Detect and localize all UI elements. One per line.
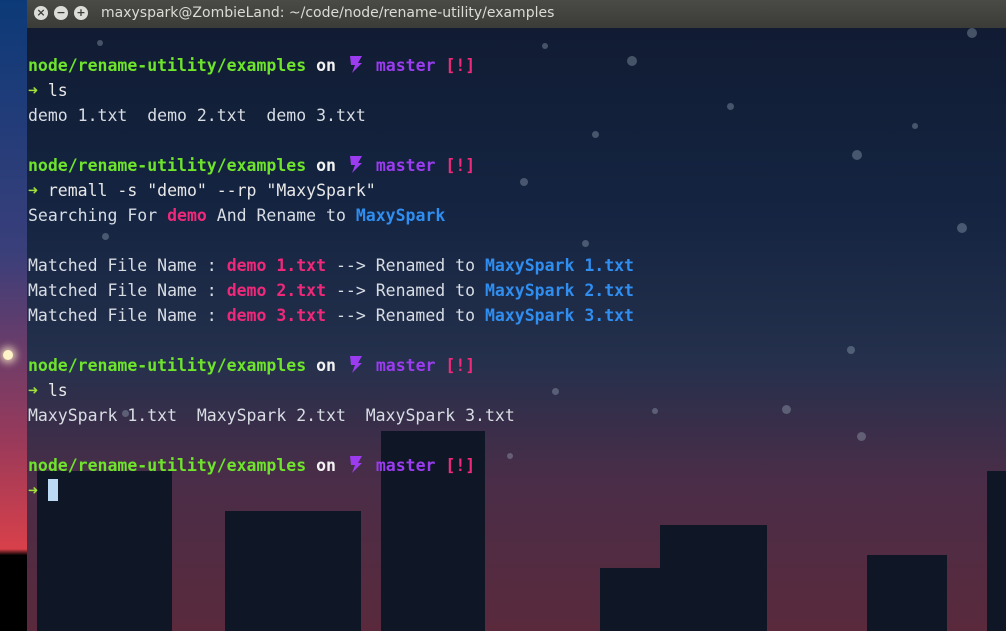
match-label: Matched File Name : (28, 256, 227, 275)
prompt-arrow-icon: ➜ (28, 181, 38, 200)
match-line: Matched File Name : demo 1.txt --> Renam… (28, 253, 634, 278)
match-line: Matched File Name : demo 2.txt --> Renam… (28, 278, 634, 303)
search-term: demo (167, 206, 207, 225)
desktop-background (0, 0, 27, 631)
command-text: ls (47, 81, 68, 100)
prompt-line: node/rename-utility/examples on master [… (28, 53, 634, 78)
git-branch-icon (346, 154, 366, 174)
prompt-on: on (316, 156, 336, 175)
window-titlebar[interactable]: × − + maxyspark@ZombieLand: ~/code/node/… (27, 0, 1006, 29)
output-line: Searching For demo And Rename to MaxySpa… (28, 203, 634, 228)
prompt-branch: master (375, 56, 436, 75)
building-silhouette (867, 555, 947, 631)
desktop-light (3, 350, 13, 360)
prompt-status: [!] (445, 56, 476, 75)
terminal-window[interactable]: × − + maxyspark@ZombieLand: ~/code/node/… (27, 0, 1006, 631)
prompt-arrow-icon: ➜ (28, 81, 38, 100)
prompt-dir: node/rename-utility/examples (28, 356, 307, 375)
command-line: ➜ ls (28, 378, 634, 403)
match-arrow: --> Renamed to (326, 281, 485, 300)
terminal-content[interactable]: node/rename-utility/examples on master [… (27, 28, 1006, 631)
match-line: Matched File Name : demo 3.txt --> Renam… (28, 303, 634, 328)
git-branch-icon (346, 454, 366, 474)
match-arrow: --> Renamed to (326, 256, 485, 275)
terminal-output: node/rename-utility/examples on master [… (28, 53, 634, 503)
command-line: ➜ remall -s "demo" --rp "MaxySpark" (28, 178, 634, 203)
window-title: maxyspark@ZombieLand: ~/code/node/rename… (101, 5, 555, 21)
match-label: Matched File Name : (28, 281, 227, 300)
prompt-dir: node/rename-utility/examples (28, 456, 307, 475)
command-text: ls (47, 381, 68, 400)
building-silhouette (225, 511, 361, 631)
prompt-on: on (316, 56, 336, 75)
prompt-status: [!] (445, 156, 476, 175)
prompt-on: on (316, 356, 336, 375)
prompt-line: node/rename-utility/examples on master [… (28, 353, 634, 378)
prompt-branch: master (375, 456, 436, 475)
prompt-arrow-icon: ➜ (28, 381, 38, 400)
prompt-arrow-icon: ➜ (28, 481, 38, 500)
match-old-name: demo 1.txt (226, 256, 327, 275)
text-cursor[interactable] (47, 479, 58, 501)
minimize-button[interactable]: − (54, 6, 68, 20)
match-new-name: MaxySpark 2.txt (484, 281, 634, 300)
prompt-on: on (316, 456, 336, 475)
command-line: ➜ ls (28, 78, 634, 103)
match-old-name: demo 3.txt (226, 306, 327, 325)
building-silhouette (600, 568, 665, 631)
match-old-name: demo 2.txt (226, 281, 327, 300)
search-mid: And Rename to (206, 206, 356, 225)
prompt-branch: master (375, 356, 436, 375)
search-prefix: Searching For (28, 206, 168, 225)
prompt-line: node/rename-utility/examples on master [… (28, 153, 634, 178)
prompt-branch: master (375, 156, 436, 175)
output-line: MaxySpark 1.txt MaxySpark 2.txt MaxySpar… (28, 406, 515, 425)
command-text: remall -s "demo" --rp "MaxySpark" (47, 181, 376, 200)
match-new-name: MaxySpark 1.txt (484, 256, 634, 275)
git-branch-icon (346, 54, 366, 74)
maximize-button[interactable]: + (74, 6, 88, 20)
match-new-name: MaxySpark 3.txt (484, 306, 634, 325)
prompt-status: [!] (445, 356, 476, 375)
match-label: Matched File Name : (28, 306, 227, 325)
git-branch-icon (346, 354, 366, 374)
prompt-status: [!] (445, 456, 476, 475)
prompt-line: node/rename-utility/examples on master [… (28, 453, 634, 478)
output-line: demo 1.txt demo 2.txt demo 3.txt (28, 106, 366, 125)
search-replacement: MaxySpark (355, 206, 446, 225)
close-button[interactable]: × (34, 6, 48, 20)
building-silhouette (987, 471, 1006, 631)
building-silhouette (660, 525, 767, 631)
input-line[interactable]: ➜ (28, 478, 634, 503)
prompt-dir: node/rename-utility/examples (28, 156, 307, 175)
match-arrow: --> Renamed to (326, 306, 485, 325)
prompt-dir: node/rename-utility/examples (28, 56, 307, 75)
